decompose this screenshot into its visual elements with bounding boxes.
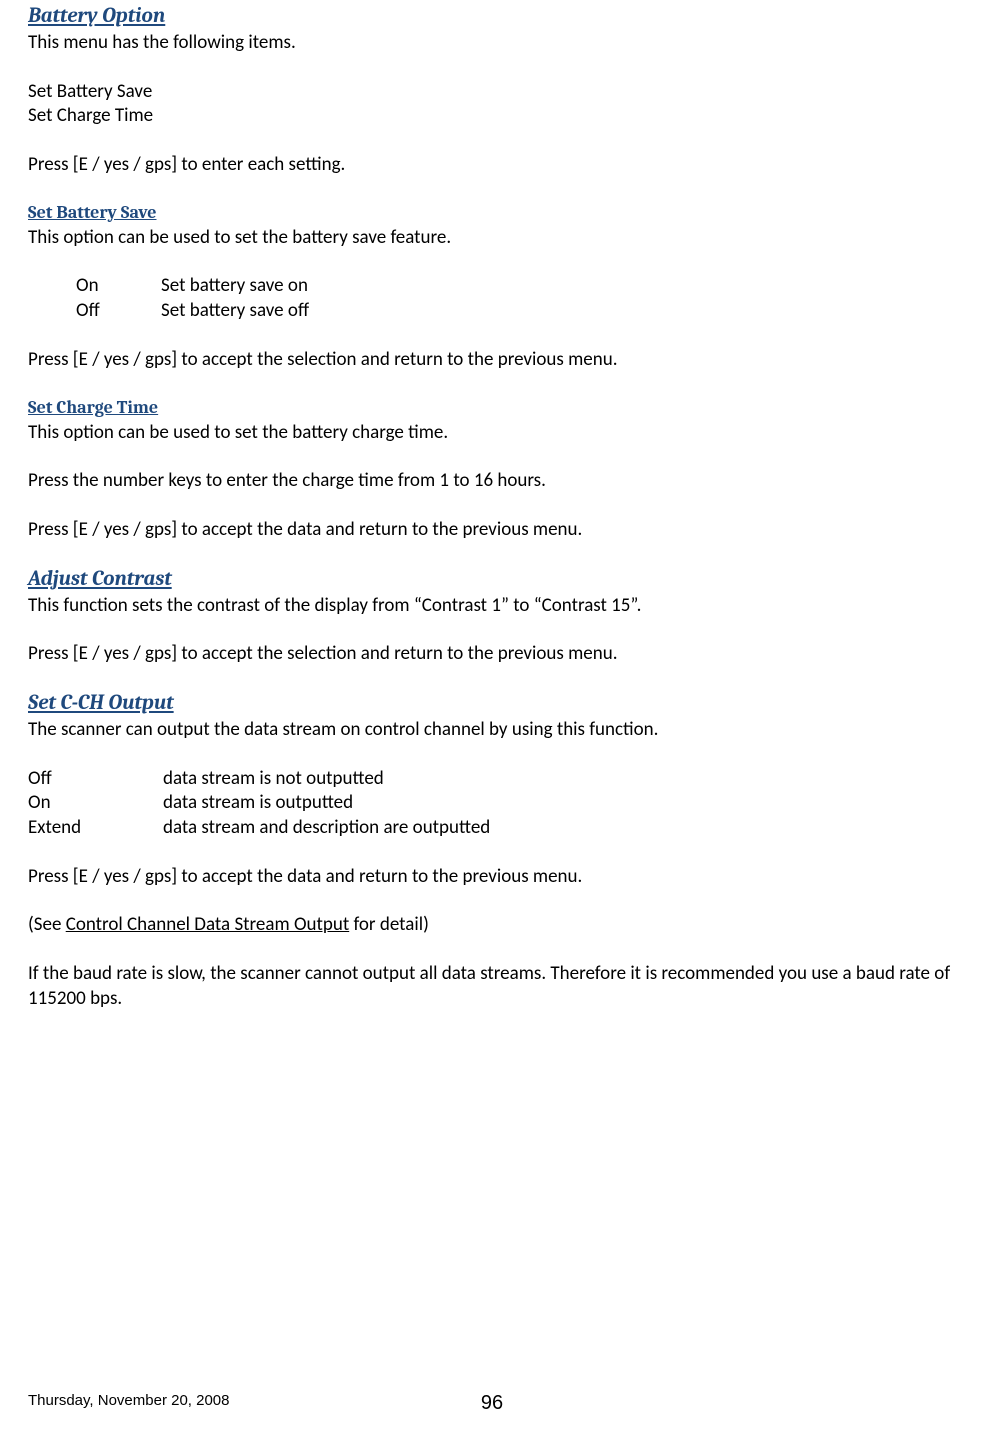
option-label: On <box>28 791 163 816</box>
heading-battery-option: Battery Option <box>28 4 956 28</box>
option-label: Off <box>76 299 161 324</box>
see-suffix: for detail) <box>349 913 429 936</box>
heading-adjust-contrast: Adjust Contrast <box>28 567 956 591</box>
body-text: Press [E / yes / gps] to enter each sett… <box>28 153 956 178</box>
heading-set-charge-time: Set Charge Time <box>28 397 956 418</box>
body-text: Press [E / yes / gps] to accept the sele… <box>28 642 956 667</box>
see-link[interactable]: Control Channel Data Stream Output <box>66 913 350 936</box>
option-row: On data stream is outputted <box>28 791 956 816</box>
body-text: If the baud rate is slow, the scanner ca… <box>28 962 956 1011</box>
body-text: Press [E / yes / gps] to accept the data… <box>28 518 956 543</box>
footer-page-number: 96 <box>481 1392 503 1415</box>
footer-date: Thursday, November 20, 2008 <box>28 1392 230 1409</box>
option-row: Off Set battery save off <box>28 299 956 324</box>
body-text: Press [E / yes / gps] to accept the data… <box>28 865 956 890</box>
option-desc: data stream and description are outputte… <box>163 816 490 841</box>
option-label: Extend <box>28 816 163 841</box>
option-desc: data stream is outputted <box>163 791 353 816</box>
body-text: The scanner can output the data stream o… <box>28 718 956 743</box>
body-text: This option can be used to set the batte… <box>28 226 956 251</box>
footer: Thursday, November 20, 2008 96 <box>28 1392 956 1409</box>
body-text: Press [E / yes / gps] to accept the sele… <box>28 348 956 373</box>
option-desc: Set battery save on <box>161 274 308 299</box>
option-row: On Set battery save on <box>28 274 956 299</box>
see-prefix: (See <box>28 913 66 936</box>
option-row: Extend data stream and description are o… <box>28 816 956 841</box>
body-text: This option can be used to set the batte… <box>28 421 956 446</box>
body-text: Set Battery Save <box>28 80 956 105</box>
heading-set-battery-save: Set Battery Save <box>28 202 956 223</box>
body-text: This menu has the following items. <box>28 31 956 56</box>
option-label: Off <box>28 767 163 792</box>
heading-set-cch-output: Set C-CH Output <box>28 691 956 715</box>
body-text: Set Charge Time <box>28 104 956 129</box>
option-desc: Set battery save off <box>161 299 309 324</box>
option-desc: data stream is not outputted <box>163 767 384 792</box>
body-text: (See Control Channel Data Stream Output … <box>28 913 956 938</box>
body-text: This function sets the contrast of the d… <box>28 594 956 619</box>
body-text: Press the number keys to enter the charg… <box>28 469 956 494</box>
option-row: Off data stream is not outputted <box>28 767 956 792</box>
option-label: On <box>76 274 161 299</box>
